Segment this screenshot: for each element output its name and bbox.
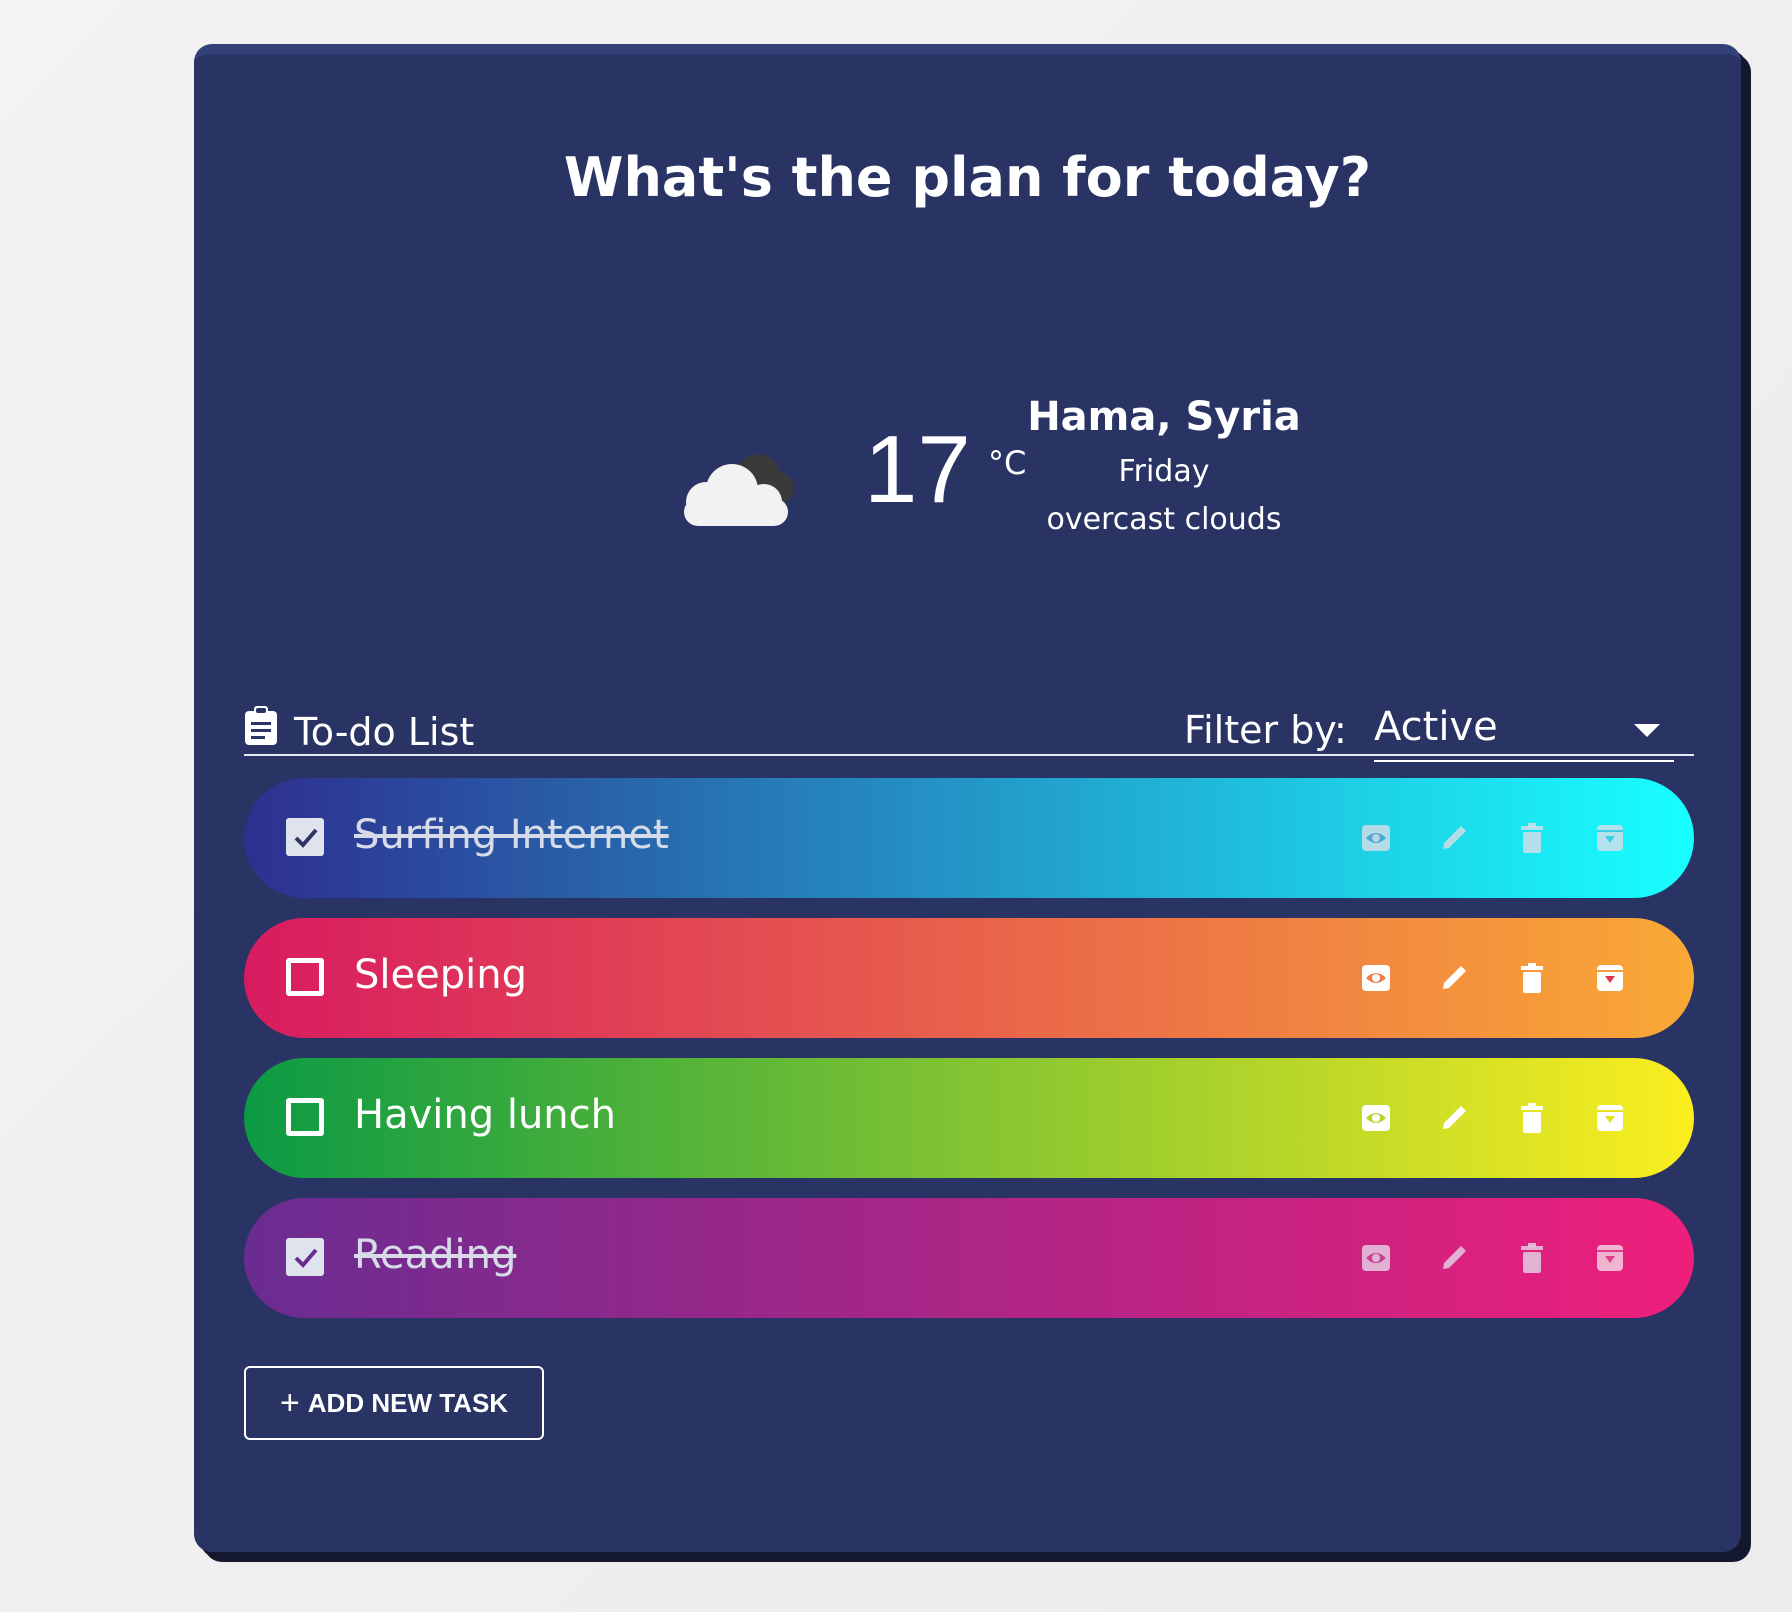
eye-icon [1362,1105,1390,1131]
task-item: Sleeping [244,918,1694,1038]
task-list: Surfing Internet Sleeping Having lunch R… [244,778,1694,1338]
view-task-button[interactable] [1360,1098,1392,1138]
cloud-icon [684,454,794,526]
task-checkbox[interactable] [286,818,324,856]
task-checkbox[interactable] [286,958,324,996]
add-new-task-label: ADD NEW TASK [307,1387,509,1418]
todo-list-title: To-do List [294,710,475,754]
delete-task-button[interactable] [1516,958,1548,998]
pencil-icon [1443,1106,1466,1129]
weather-city: Hama, Syria [1027,394,1301,440]
task-item: Having lunch [244,1058,1694,1178]
trash-icon [1521,1243,1543,1273]
task-label: Surfing Internet [354,812,669,858]
plus-icon: + [279,1384,300,1422]
trash-icon [1521,823,1543,853]
add-new-task-button[interactable]: + ADD NEW TASK [244,1366,544,1440]
archive-task-button[interactable] [1594,818,1626,858]
task-actions [1360,958,1626,998]
archive-icon [1597,825,1623,851]
weather-widget: 17 °C Hama, Syria Friday overcast clouds [194,344,1741,564]
task-label: Having lunch [354,1092,616,1138]
task-label: Sleeping [354,952,527,998]
delete-task-button[interactable] [1516,1098,1548,1138]
caret-down-icon [1634,724,1660,737]
temperature-value: 17 [864,416,971,523]
todo-card: What's the plan for today? 17 °C Hama, S… [194,44,1741,1552]
weather-description: overcast clouds [1046,502,1282,537]
eye-icon [1362,1245,1390,1271]
task-label: Reading [354,1232,517,1278]
edit-task-button[interactable] [1438,1238,1470,1278]
view-task-button[interactable] [1360,1238,1392,1278]
page-title: What's the plan for today? [563,146,1372,209]
eye-icon [1362,825,1390,851]
task-actions [1360,818,1626,858]
archive-icon [1597,965,1623,991]
archive-icon [1597,1105,1623,1131]
task-actions [1360,1098,1626,1138]
task-actions [1360,1238,1626,1278]
trash-icon [1521,1103,1543,1133]
filter-selected-value: Active [1374,704,1498,750]
task-item: Surfing Internet [244,778,1694,898]
task-checkbox[interactable] [286,1098,324,1136]
trash-icon [1521,963,1543,993]
archive-task-button[interactable] [1594,1238,1626,1278]
eye-icon [1362,965,1390,991]
pencil-icon [1443,1246,1466,1269]
clipboard-icon [245,706,277,745]
edit-task-button[interactable] [1438,818,1470,858]
delete-task-button[interactable] [1516,1238,1548,1278]
archive-task-button[interactable] [1594,958,1626,998]
filter-select[interactable]: Active [1374,694,1674,762]
delete-task-button[interactable] [1516,818,1548,858]
pencil-icon [1443,826,1466,849]
weather-day: Friday [1118,454,1210,489]
todo-header: To-do List Filter by: Active [244,654,1694,762]
edit-task-button[interactable] [1438,958,1470,998]
view-task-button[interactable] [1360,958,1392,998]
view-task-button[interactable] [1360,818,1392,858]
filter-label: Filter by: [1184,708,1347,752]
archive-icon [1597,1245,1623,1271]
archive-task-button[interactable] [1594,1098,1626,1138]
edit-task-button[interactable] [1438,1098,1470,1138]
pencil-icon [1443,966,1466,989]
task-item: Reading [244,1198,1694,1318]
task-checkbox[interactable] [286,1238,324,1276]
